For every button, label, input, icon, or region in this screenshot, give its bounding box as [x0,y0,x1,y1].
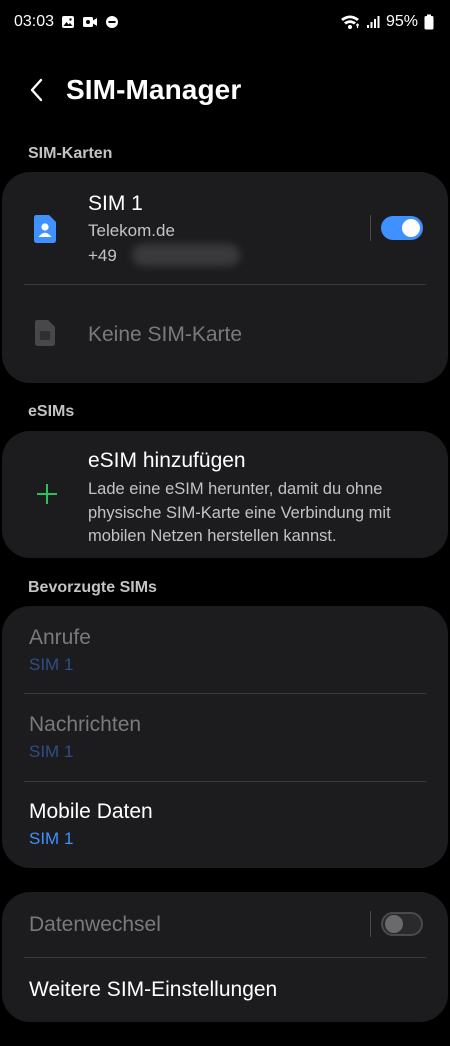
calls-value: SIM 1 [29,655,74,674]
more-sim-settings-row[interactable]: Weitere SIM-Einstellungen [2,958,448,1022]
more-sim-settings-label: Weitere SIM-Einstellungen [29,978,278,1001]
back-button[interactable] [15,68,59,112]
battery-icon [424,14,434,30]
battery-percentage: 95% [385,13,418,30]
wifi-icon [340,14,360,30]
do-not-disturb-icon [105,15,119,29]
status-bar: 03:03 95% [0,0,450,44]
sim1-row[interactable]: SIM 1 Telekom.de +49 [2,172,448,284]
data-switch-label: Datenwechsel [29,913,161,936]
more-settings-card: Datenwechsel Weitere SIM-Einstellungen [2,892,448,1022]
toggle-knob [402,219,420,237]
page-title: SIM-Manager [66,74,242,105]
calls-label: Anrufe [29,626,91,649]
chevron-left-icon [30,78,43,102]
toggle-separator [370,215,371,241]
sim1-number-redacted [132,244,240,266]
signal-icon [366,15,380,29]
toggle-knob [385,915,403,933]
sim-card-icon [33,319,57,352]
plus-icon [36,483,58,510]
app-header: SIM-Manager [0,68,450,112]
sim1-name: SIM 1 [88,192,143,215]
preferred-messages-row[interactable]: Nachrichten SIM 1 [2,694,448,781]
esim-add-title: eSIM hinzufügen [88,449,246,472]
preferred-data-row[interactable]: Mobile Daten SIM 1 [2,782,448,868]
section-label-sim-cards: SIM-Karten [28,145,113,162]
video-call-icon [82,15,98,29]
gallery-icon [61,15,75,29]
sim-card-person-icon [32,214,58,249]
sim1-number-prefix: +49 [88,246,117,265]
esim-add-description: Lade eine eSIM herunter, damit du ohne p… [88,480,391,545]
mobile-data-value: SIM 1 [29,829,74,848]
toggle-separator [370,911,371,937]
data-switch-row: Datenwechsel [2,892,448,957]
mobile-data-label: Mobile Daten [29,800,153,823]
sim1-toggle[interactable] [381,216,423,240]
section-label-preferred: Bevorzugte SIMs [28,579,157,596]
messages-value: SIM 1 [29,742,74,761]
sim1-carrier: Telekom.de [88,221,175,240]
status-left: 03:03 [14,13,119,31]
preferred-calls-row[interactable]: Anrufe SIM 1 [2,606,448,693]
status-right: 95% [340,13,434,31]
sim-cards-card: SIM 1 Telekom.de +49 Keine SIM-Karte [2,172,448,383]
section-label-esims: eSIMs [28,403,75,420]
esim-card[interactable]: eSIM hinzufügen Lade eine eSIM herunter,… [2,431,448,558]
preferred-sims-card: Anrufe SIM 1 Nachrichten SIM 1 Mobile Da… [2,606,448,868]
data-switch-toggle [381,912,423,936]
sim2-no-card-label: Keine SIM-Karte [88,323,243,346]
messages-label: Nachrichten [29,713,142,736]
sim2-row: Keine SIM-Karte [2,285,448,383]
status-time: 03:03 [14,13,55,30]
